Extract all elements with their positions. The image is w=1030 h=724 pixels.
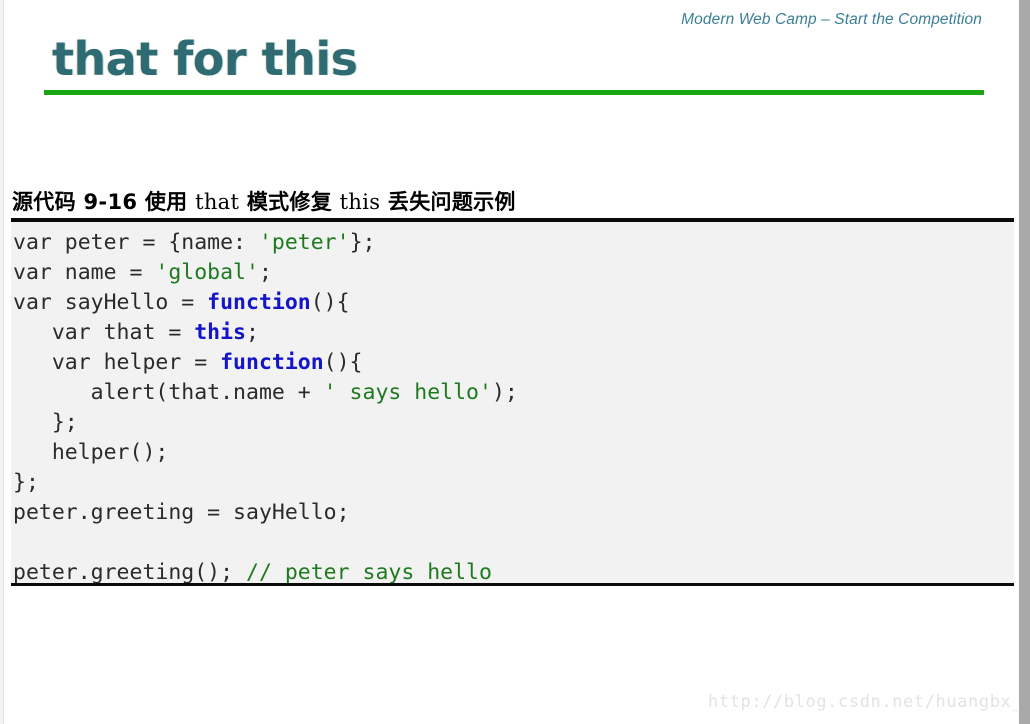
code-line: peter.greeting = sayHello; bbox=[13, 498, 1014, 528]
code-token-cmt: // peter says hello bbox=[246, 560, 492, 585]
code-token-plain: (){ bbox=[310, 290, 350, 315]
caption-suffix: 丢失问题示例 bbox=[380, 190, 516, 214]
code-token-kw: function bbox=[220, 350, 324, 375]
caption-keyword-that: that bbox=[195, 190, 240, 214]
page-title: that for this bbox=[52, 32, 358, 86]
code-line: }; bbox=[13, 468, 1014, 498]
code-token-str: 'peter' bbox=[258, 230, 350, 255]
code-token-plain: var helper = bbox=[13, 350, 221, 375]
code-token-plain: ; bbox=[258, 260, 272, 285]
code-token-plain: var peter = {name: bbox=[13, 230, 259, 255]
code-token-plain: var that = bbox=[13, 320, 195, 345]
code-token-plain: helper(); bbox=[13, 440, 169, 465]
code-token-plain: ; bbox=[246, 320, 259, 345]
code-line: var sayHello = function(){ bbox=[13, 288, 1014, 318]
page-left-edge bbox=[0, 0, 4, 724]
caption-middle: 模式修复 bbox=[239, 190, 340, 214]
code-line: peter.greeting(); // peter says hello bbox=[13, 558, 1014, 585]
code-line: alert(that.name + ' says hello'); bbox=[13, 378, 1014, 408]
caption-prefix: 源代码 9-16 使用 bbox=[12, 190, 196, 214]
code-token-plain: alert(that.name + bbox=[13, 380, 324, 405]
code-token-plain: var sayHello = bbox=[13, 290, 208, 315]
code-line: var that = this; bbox=[13, 318, 1014, 348]
code-token-plain: peter.greeting = sayHello; bbox=[13, 500, 350, 525]
slide-header-note: Modern Web Camp – Start the Competition bbox=[681, 11, 982, 28]
code-token-plain: var name = bbox=[13, 260, 156, 285]
code-line: helper(); bbox=[13, 438, 1014, 468]
page-right-scroll-strip[interactable] bbox=[1018, 0, 1030, 724]
code-line: var peter = {name: 'peter'}; bbox=[13, 228, 1014, 258]
code-token-plain: }; bbox=[13, 470, 39, 495]
code-token-kw: function bbox=[207, 290, 311, 315]
slide-canvas: Modern Web Camp – Start the Competition … bbox=[0, 0, 1030, 724]
caption-keyword-this: this bbox=[339, 190, 381, 214]
code-line: var name = 'global'; bbox=[13, 258, 1014, 288]
code-token-plain: }; bbox=[349, 230, 376, 255]
watermark-url: http://blog.csdn.net/huangbx_tx bbox=[708, 692, 1030, 712]
code-token-plain: (){ bbox=[323, 350, 363, 375]
code-token-kw: this bbox=[194, 320, 246, 345]
code-listing-caption: 源代码 9-16 使用 that 模式修复 this 丢失问题示例 bbox=[12, 186, 516, 216]
code-token-plain: peter.greeting(); bbox=[13, 560, 246, 585]
code-token-str: 'global' bbox=[155, 260, 259, 285]
code-line: var helper = function(){ bbox=[13, 348, 1014, 378]
title-underline-rule bbox=[44, 90, 984, 95]
code-token-str: ' says hello' bbox=[323, 380, 492, 405]
code-token-plain: ); bbox=[491, 380, 518, 405]
code-line: }; bbox=[13, 408, 1014, 438]
code-listing-block: var peter = {name: 'peter'}; var name = '… bbox=[11, 218, 1014, 586]
code-token-plain: }; bbox=[13, 410, 78, 435]
